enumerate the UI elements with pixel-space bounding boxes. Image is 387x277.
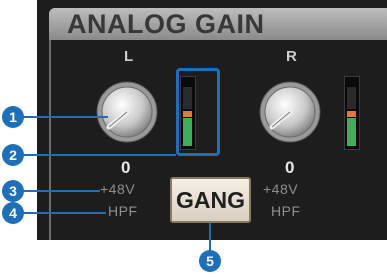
- callout-2: 2: [2, 144, 24, 166]
- phantom-power-right[interactable]: +48V: [263, 181, 298, 197]
- callout-1: 1: [2, 106, 24, 128]
- callout-3: 3: [2, 180, 24, 202]
- callout-leader-5: [209, 223, 211, 253]
- meter-level-segment: [347, 118, 356, 146]
- meter-scale-right: [361, 76, 371, 150]
- level-meter-right: [344, 76, 360, 150]
- hpf-right[interactable]: HPF: [271, 203, 301, 219]
- callout-leader-4: [22, 212, 106, 214]
- gain-knob-right[interactable]: [259, 81, 321, 143]
- meter-peak-segment: [347, 111, 356, 117]
- gain-value-left: 0: [121, 158, 131, 177]
- callout-leader-1: [22, 116, 108, 118]
- callout-leader-2: [22, 154, 176, 156]
- gang-button[interactable]: GANG: [170, 177, 251, 223]
- callout-leader-3: [22, 190, 100, 192]
- meter-highlight-box: [176, 68, 220, 156]
- gain-knob-left[interactable]: [96, 81, 158, 143]
- hpf-left[interactable]: HPF: [108, 203, 138, 219]
- title-bar: ANALOG GAIN: [49, 8, 387, 40]
- callout-5: 5: [199, 250, 221, 272]
- channel-label-right: R: [286, 48, 297, 65]
- phantom-power-left[interactable]: +48V: [100, 181, 135, 197]
- gain-value-right: 0: [285, 158, 295, 177]
- callout-4: 4: [2, 202, 24, 224]
- channel-label-left: L: [124, 48, 134, 65]
- panel-title: ANALOG GAIN: [67, 9, 265, 39]
